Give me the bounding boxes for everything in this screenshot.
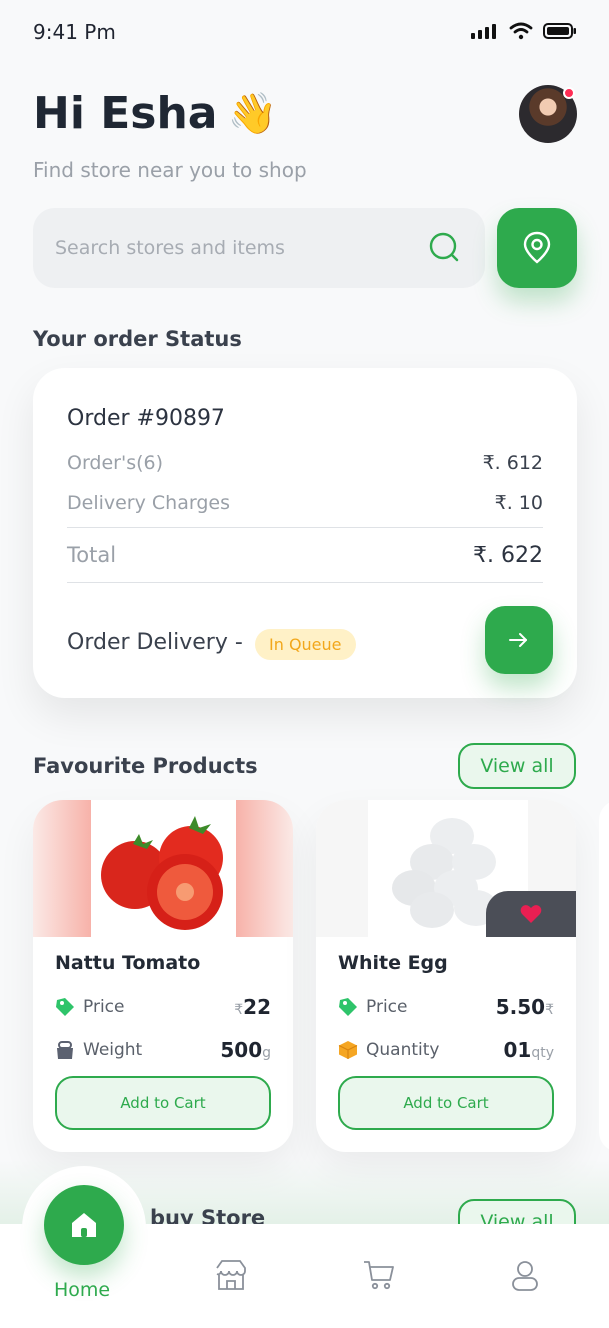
nav-home-label[interactable]: Home [54,1279,110,1301]
price-tag-icon [56,998,74,1016]
wifi-icon [509,22,533,40]
product-card[interactable]: White Egg Price 5.50₹ Quantity 01qty Add… [316,800,576,1152]
delivery-charges-value: ₹. 10 [494,492,543,514]
tomato-image [33,800,293,937]
greeting: Hi Esha 👋 [33,88,277,139]
nav-home-button[interactable] [44,1185,124,1265]
price-value: 5.50₹ [495,995,554,1019]
divider [67,527,543,528]
signal-icon [471,24,496,39]
weight-icon [57,1041,73,1059]
price-label: Price [83,997,125,1017]
home-icon [72,1213,96,1237]
product-name: Nattu Tomato [55,952,201,974]
heart-icon [520,905,542,923]
arrow-right-icon [509,633,527,647]
location-button[interactable] [497,208,577,288]
order-card: Order #90897 Order's(6) ₹. 612 Delivery … [33,368,577,698]
product-name: White Egg [338,952,448,974]
search-input[interactable]: Search stores and items [33,208,485,288]
weight-row: Weight 500g [55,1038,271,1062]
total-row: Total ₹. 622 [67,543,543,568]
quantity-value: 01qty [503,1038,554,1062]
product-card-partial[interactable] [599,800,609,1152]
status-badge: In Queue [255,629,356,660]
location-pin-icon [523,231,551,264]
weight-label: Weight [83,1040,143,1060]
favorite-button[interactable] [486,891,576,937]
search-icon[interactable] [427,230,463,266]
status-icons [471,22,577,40]
quantity-row: Quantity 01qty [338,1038,554,1062]
delivery-label: Order Delivery - [67,630,243,655]
notification-dot [563,87,575,99]
price-row: Price 5.50₹ [338,995,554,1019]
divider [67,582,543,583]
cart-icon[interactable] [362,1258,396,1292]
price-value: ₹22 [234,995,271,1019]
avatar[interactable] [519,85,577,143]
product-card[interactable]: Nattu Tomato Price ₹22 Weight 500g Add t… [33,800,293,1152]
delivery-charges-row: Delivery Charges ₹. 10 [67,492,543,514]
favourite-products-title: Favourite Products [33,754,258,778]
battery-icon [543,23,576,39]
profile-icon[interactable] [508,1258,542,1292]
subtitle: Find store near you to shop [33,158,307,182]
order-status-title: Your order Status [33,327,242,351]
order-number: Order #90897 [67,406,225,431]
wave-emoji: 👋 [227,91,278,137]
greeting-text: Hi Esha [33,88,218,139]
order-details-button[interactable] [485,606,553,674]
box-icon [338,1041,358,1059]
price-label: Price [366,997,408,1017]
price-row: Price ₹22 [55,995,271,1019]
total-label: Total [67,543,117,567]
add-to-cart-button[interactable]: Add to Cart [55,1076,271,1130]
delivery-charges-label: Delivery Charges [67,492,230,514]
add-to-cart-button[interactable]: Add to Cart [338,1076,554,1130]
orders-label: Order's(6) [67,452,164,474]
orders-value: ₹. 612 [482,452,543,474]
view-all-button[interactable]: View all [458,743,576,789]
price-tag-icon [339,998,357,1016]
status-bar: 9:41 Pm [0,0,609,64]
store-icon[interactable] [214,1258,248,1292]
search-placeholder: Search stores and items [55,237,285,259]
status-time: 9:41 Pm [33,20,116,44]
weight-value: 500g [220,1038,271,1062]
total-value: ₹. 622 [473,543,543,568]
orders-row: Order's(6) ₹. 612 [67,452,543,474]
quantity-label: Quantity [366,1040,440,1060]
